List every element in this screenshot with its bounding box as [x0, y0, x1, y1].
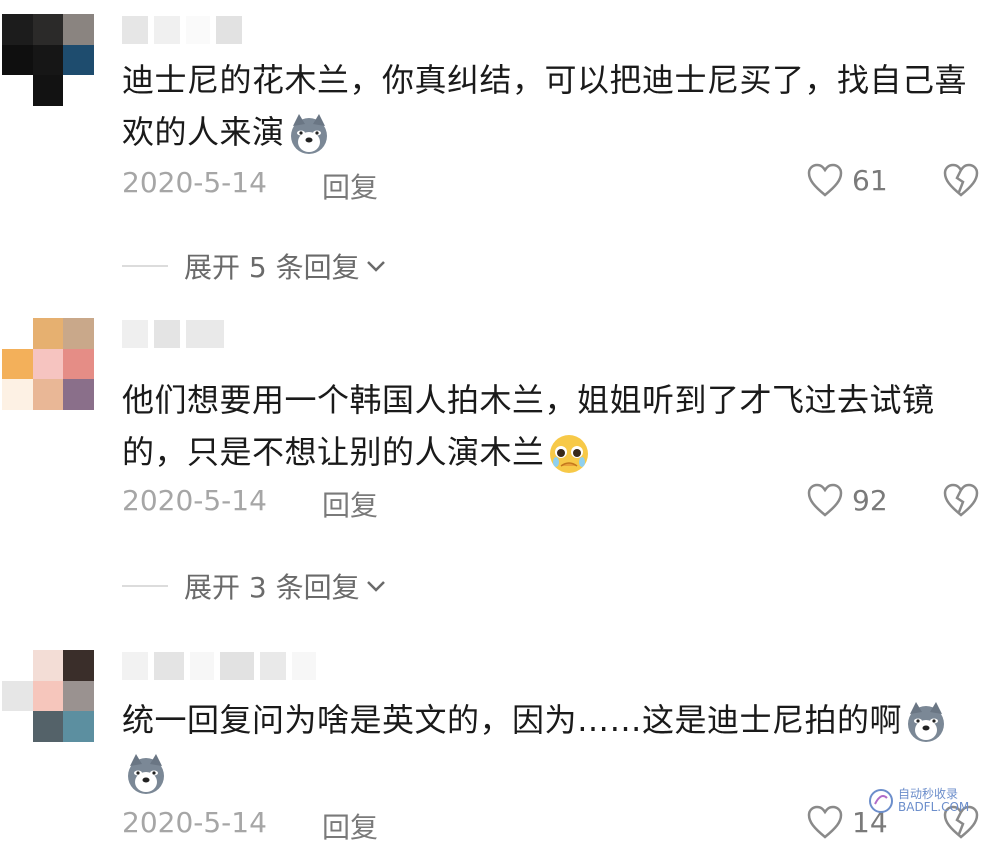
dog-face-emoji	[128, 754, 164, 794]
expand-replies[interactable]: 展开 3 条回复	[122, 566, 388, 606]
watermark-line2: BADFL.COM	[898, 800, 970, 814]
like-count: 61	[852, 163, 888, 197]
site-logo-icon	[869, 789, 893, 813]
chevron-down-icon	[366, 261, 385, 272]
dog-face-emoji	[908, 702, 945, 742]
divider-line	[122, 265, 168, 267]
reply-button[interactable]: 回复	[322, 806, 378, 846]
avatar[interactable]	[2, 14, 94, 106]
username-redacted[interactable]	[122, 320, 224, 348]
comment-date: 2020-5-14	[122, 484, 267, 517]
expand-replies-label: 展开 3 条回复	[184, 571, 360, 604]
heart-outline-icon	[807, 805, 843, 839]
reply-button[interactable]: 回复	[322, 166, 378, 206]
broken-heart-icon[interactable]	[942, 162, 980, 198]
avatar[interactable]	[2, 650, 94, 742]
pleading-face-emoji	[549, 435, 588, 473]
reply-button[interactable]: 回复	[322, 484, 378, 524]
comment-date: 2020-5-14	[122, 806, 267, 839]
comment-text: 迪士尼的花木兰，你真纠结，可以把迪士尼买了，找自己喜欢的人来演	[122, 54, 972, 158]
expand-replies-label: 展开 5 条回复	[184, 251, 360, 284]
heart-outline-icon	[807, 163, 843, 197]
like-button[interactable]: 61	[806, 162, 888, 198]
like-count: 92	[852, 483, 888, 517]
chevron-down-icon	[366, 581, 385, 592]
watermark: 自动秒收录 BADFL.COM	[868, 788, 969, 814]
divider-line	[122, 585, 168, 587]
expand-replies[interactable]: 展开 5 条回复	[122, 246, 388, 286]
avatar[interactable]	[2, 318, 94, 410]
username-redacted[interactable]	[122, 652, 316, 680]
like-button[interactable]: 92	[806, 482, 888, 518]
comment-date: 2020-5-14	[122, 166, 267, 199]
dog-face-emoji	[290, 114, 327, 154]
comment-text: 统一回复问为啥是英文的，因为……这是迪士尼拍的啊	[122, 694, 972, 798]
broken-heart-icon[interactable]	[942, 482, 980, 518]
comment-text: 他们想要用一个韩国人拍木兰，姐姐听到了才飞过去试镜的，只是不想让别的人演木兰	[122, 374, 972, 478]
heart-outline-icon	[807, 483, 843, 517]
username-redacted[interactable]	[122, 16, 242, 44]
